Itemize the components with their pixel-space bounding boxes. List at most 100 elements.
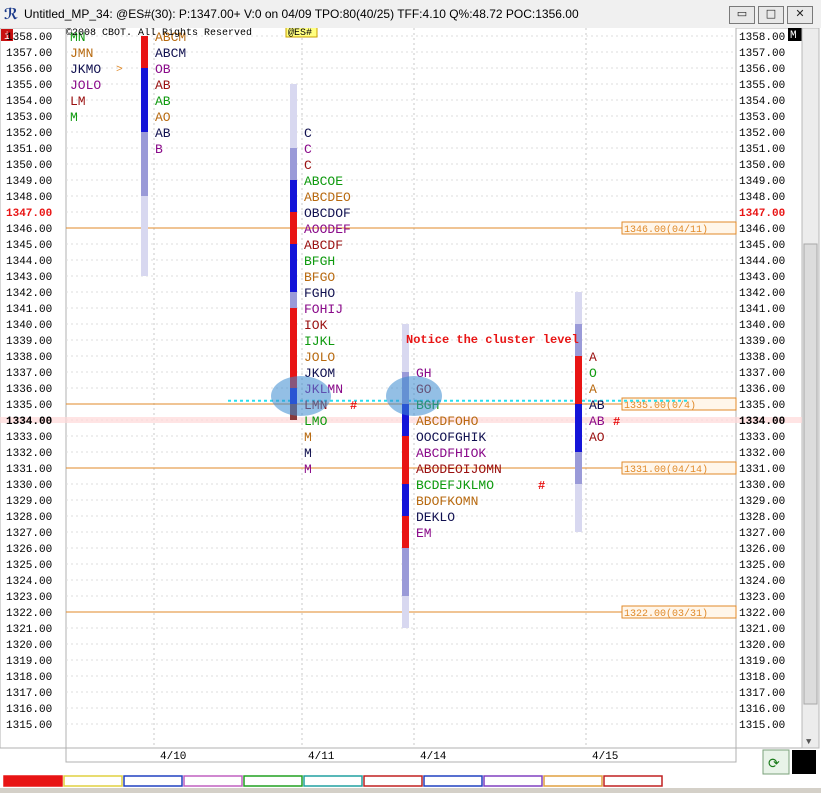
color-tab [483, 775, 543, 787]
price-tick-right: 1328.00 [739, 512, 785, 524]
profile-bar-2 [290, 244, 297, 292]
price-tick-left: 1353.00 [6, 112, 52, 124]
price-tick-right: 1341.00 [739, 304, 785, 316]
tpo-row: OBCDOF [304, 206, 351, 221]
price-tick-right: 1329.00 [739, 496, 785, 508]
tpo-row: AB [589, 398, 605, 413]
reference-label: 1322.00(03/31) [624, 608, 708, 620]
price-tick-left: 1322.00 [6, 608, 52, 620]
refresh-icon: ⟳ [768, 757, 780, 773]
app-logo-icon: ℛ [4, 5, 19, 23]
tpo-row: LMO [304, 414, 328, 429]
price-tick-left: 1316.00 [6, 704, 52, 716]
price-tick-left: 1345.00 [6, 240, 52, 252]
price-tick-left: 1351.00 [6, 144, 52, 156]
cluster-highlight-2 [386, 376, 442, 416]
scrollbar-thumb[interactable] [803, 243, 818, 705]
price-tick-right: 1333.00 [739, 432, 785, 444]
tpo-row: BFGH [304, 254, 335, 269]
maximize-button[interactable]: □ [758, 6, 784, 24]
price-tick-right: 1345.00 [739, 240, 785, 252]
tpo-row: M [304, 430, 312, 445]
tpo-row: M [70, 110, 78, 125]
tpo-row: M [304, 462, 312, 477]
close-button[interactable]: ✕ [787, 6, 813, 24]
tpo-row: BCDEFJKLMO [416, 478, 494, 493]
scroll-down-arrow-icon[interactable]: ▼ [806, 737, 812, 747]
price-tick-right: 1331.00 [739, 464, 785, 476]
profile-bar-4 [575, 452, 582, 484]
price-tick-left: 1358.00 [6, 32, 52, 44]
tpo-row: BDOFKOMN [416, 494, 478, 509]
color-tab [3, 775, 63, 787]
color-tab [303, 775, 363, 787]
color-tab [423, 775, 483, 787]
profile-bar-4 [575, 484, 582, 532]
profile-bar-1 [141, 36, 148, 68]
profile-bar-3 [402, 548, 409, 596]
price-tick-right: 1322.00 [739, 608, 785, 620]
symbol-label: @ES# [288, 28, 312, 39]
price-tick-right: 1330.00 [739, 480, 785, 492]
price-tick-right: 1335.00 [739, 400, 785, 412]
market-profile-chart[interactable]: i M ▼ 1358.00 1358.001357.00 1357.001356.0… [0, 25, 821, 788]
price-tick-left: 1317.00 [6, 688, 52, 700]
window-titlebar: ℛ Untitled_MP_34: @ES#(30): P:1347.00+ V… [0, 0, 821, 29]
price-tick-left: 1348.00 [6, 192, 52, 204]
price-tick-right: 1350.00 [739, 160, 785, 172]
price-tick-left: 1328.00 [6, 512, 52, 524]
tpo-row: LM [70, 94, 86, 109]
reference-label: 1346.00(04/11) [624, 224, 708, 236]
profile-bar-2 [290, 84, 297, 148]
tpo-row: M [304, 446, 312, 461]
price-tick-left: 1319.00 [6, 656, 52, 668]
profile-bar-2 [290, 148, 297, 180]
tpo-row: JKMO [70, 62, 101, 77]
window-title: Untitled_MP_34: @ES#(30): P:1347.00+ V:0… [24, 7, 579, 21]
price-tick-left: 1340.00 [6, 320, 52, 332]
price-tick-right: 1355.00 [739, 80, 785, 92]
price-tick-left: 1337.00 [6, 368, 52, 380]
close-marker: # [538, 479, 545, 493]
tpo-row: JMN [70, 46, 93, 61]
tpo-row: OB [155, 62, 171, 77]
close-marker: # [350, 399, 357, 413]
color-swatch-button[interactable] [792, 750, 816, 774]
tpo-row: ABCDF [304, 238, 343, 253]
price-tick-left: 1323.00 [6, 592, 52, 604]
price-tick-left: 1350.00 [6, 160, 52, 172]
price-tick-left: 1336.00 [6, 384, 52, 396]
tpo-row: A [589, 350, 597, 365]
minimize-button[interactable]: ▭ [729, 6, 755, 24]
corner-badge-text: M [790, 30, 797, 42]
price-tick-right: 1320.00 [739, 640, 785, 652]
price-tick-right: 1325.00 [739, 560, 785, 572]
price-tick-right: 1337.00 [739, 368, 785, 380]
bottom-color-tabs[interactable] [3, 775, 663, 787]
tpo-row: FGHO [304, 286, 335, 301]
color-tab [543, 775, 603, 787]
tpo-row: AB [155, 94, 171, 109]
poc-marker: > [116, 64, 123, 76]
copyright-label: ©2008 CBOT. All Rights Reserved [66, 28, 252, 39]
price-tick-left: 1326.00 [6, 544, 52, 556]
price-tick-left: 1338.00 [6, 352, 52, 364]
date-tick: 4/11 [308, 751, 335, 763]
price-tick-right: 1326.00 [739, 544, 785, 556]
price-tick-right: 1336.00 [739, 384, 785, 396]
annotation-text: Notice the cluster level [406, 333, 579, 347]
price-tick-left: 1357.00 [6, 48, 52, 60]
reference-label: 1331.00(04/14) [624, 464, 708, 476]
profile-bar-2 [290, 292, 297, 308]
color-tab [243, 775, 303, 787]
price-tick-left: 1349.00 [6, 176, 52, 188]
price-tick-right: 1351.00 [739, 144, 785, 156]
price-tick-right: 1340.00 [739, 320, 785, 332]
color-tab [183, 775, 243, 787]
price-tick-left: 1347.00 [6, 208, 52, 220]
profile-bar-2 [290, 308, 297, 388]
price-tick-right: 1358.00 [739, 32, 785, 44]
profile-bar-3 [402, 516, 409, 548]
price-tick-left: 1354.00 [6, 96, 52, 108]
profile-bar-2 [290, 180, 297, 212]
